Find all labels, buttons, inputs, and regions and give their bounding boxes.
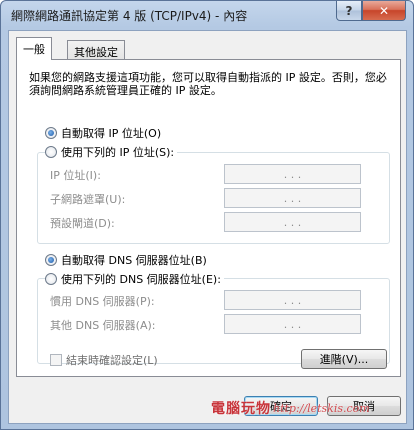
manual-dns-label: 使用下列的 DNS 伺服器位址(E): [61,273,221,286]
advanced-button[interactable]: 進階(V)... [301,349,387,369]
subnet-mask-label: 子網路遮罩(U): [50,193,126,206]
alternate-dns-value: . . . [283,317,302,331]
tab-general[interactable]: 一般 [16,37,52,60]
manual-dns-radio[interactable]: 使用下列的 DNS 伺服器位址(E): [45,271,224,287]
close-button[interactable]: ✕ [362,1,406,21]
alternate-dns-label: 其他 DNS 伺服器(A): [50,319,156,332]
description-text: 如果您的網路支援這項功能，您可以取得自動指派的 IP 設定。否則，您必須詢問網路… [29,71,387,97]
ip-address-label: IP 位址(I): [50,169,101,182]
auto-dns-label: 自動取得 DNS 伺服器位址(B) [61,254,207,267]
subnet-mask-value: . . . [283,191,302,205]
subnet-mask-input[interactable]: . . . [224,188,361,208]
radio-unchecked-icon [45,146,57,158]
preferred-dns-label: 慣用 DNS 伺服器(P): [50,295,155,308]
preferred-dns-value: . . . [283,293,302,307]
ip-address-input[interactable]: . . . [224,164,361,184]
close-icon: ✕ [378,3,390,18]
auto-ip-label: 自動取得 IP 位址(O) [61,127,162,140]
default-gateway-label: 預設閘道(D): [50,217,115,230]
dialog-client-area: 一般 其他設定 如果您的網路支援這項功能，您可以取得自動指派的 IP 設定。否則… [8,30,407,424]
auto-dns-radio[interactable]: 自動取得 DNS 伺服器位址(B) [45,252,207,268]
tab-alternate-config[interactable]: 其他設定 [67,40,125,60]
validate-on-exit-checkbox[interactable]: 結束時確認設定(L) [50,352,158,368]
dialog-window: 網際網路通訊協定第 4 版 (TCP/IPv4) - 內容 ? ✕ 一般 其他設… [0,0,414,430]
radio-unchecked-icon [45,273,57,285]
checkbox-unchecked-icon [50,354,62,366]
tab-panel-general: 如果您的網路支援這項功能，您可以取得自動指派的 IP 設定。否則，您必須詢問網路… [16,59,401,377]
alternate-dns-input[interactable]: . . . [224,314,361,334]
default-gateway-value: . . . [283,215,302,229]
radio-checked-icon [45,127,57,139]
ok-button[interactable]: 確定 [244,396,318,416]
auto-ip-radio[interactable]: 自動取得 IP 位址(O) [45,125,161,141]
manual-ip-label: 使用下列的 IP 位址(S): [61,146,175,159]
cancel-button[interactable]: 取消 [327,396,401,416]
preferred-dns-input[interactable]: . . . [224,290,361,310]
validate-on-exit-label: 結束時確認設定(L) [66,354,158,367]
radio-checked-icon [45,254,57,266]
title-bar[interactable]: 網際網路通訊協定第 4 版 (TCP/IPv4) - 內容 ? ✕ [1,1,413,29]
help-button[interactable]: ? [336,1,362,21]
ip-address-value: . . . [283,167,302,181]
manual-ip-radio[interactable]: 使用下列的 IP 位址(S): [45,144,178,160]
default-gateway-input[interactable]: . . . [224,212,361,232]
window-title: 網際網路通訊協定第 4 版 (TCP/IPv4) - 內容 [11,9,248,23]
